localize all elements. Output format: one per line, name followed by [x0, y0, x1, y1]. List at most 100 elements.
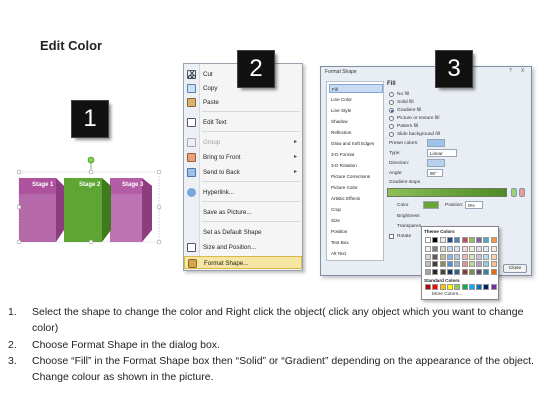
theme-color-swatch[interactable] — [461, 261, 468, 267]
close-icon[interactable]: X — [521, 68, 524, 74]
theme-color-swatch[interactable] — [432, 237, 439, 243]
theme-color-swatch[interactable] — [454, 268, 461, 275]
theme-color-swatch[interactable] — [446, 261, 453, 267]
theme-color-swatch[interactable] — [490, 253, 497, 260]
category-picture-color[interactable]: Picture Color — [329, 183, 383, 192]
category-line-style[interactable]: Line Style — [329, 106, 383, 115]
menu-item-send-to-back[interactable]: Send to Back ▸ — [184, 166, 302, 179]
menu-item-hyperlink[interactable]: Hyperlink... — [184, 186, 302, 199]
theme-color-swatch[interactable] — [490, 268, 497, 275]
theme-color-swatch[interactable] — [483, 261, 490, 267]
standard-color-swatch[interactable] — [490, 284, 497, 290]
gradient-fill-radio[interactable] — [389, 108, 394, 113]
theme-color-swatch[interactable] — [454, 246, 461, 252]
solid-fill-radio[interactable] — [389, 100, 394, 105]
gradient-stops-bar[interactable] — [387, 188, 507, 197]
no-fill-radio[interactable] — [389, 92, 394, 97]
standard-color-swatch[interactable] — [461, 284, 468, 290]
rotate-checkbox[interactable] — [389, 234, 394, 239]
theme-color-swatch[interactable] — [432, 261, 439, 267]
standard-color-swatch[interactable] — [468, 284, 475, 290]
category-artistic-effects[interactable]: Artistic Effects — [329, 194, 383, 203]
direction-dropdown[interactable] — [427, 159, 445, 167]
standard-color-swatch[interactable] — [446, 284, 453, 290]
category-glow-soft-edges[interactable]: Glow and Soft Edges — [329, 139, 383, 148]
theme-color-swatch[interactable] — [461, 253, 468, 260]
category-crop[interactable]: Crop — [329, 205, 383, 214]
theme-color-swatch[interactable] — [425, 246, 431, 252]
color-picker-button[interactable] — [423, 201, 439, 209]
menu-item-save-as-picture[interactable]: Save as Picture... — [184, 206, 302, 219]
menu-item-paste[interactable]: Paste — [184, 96, 302, 109]
theme-color-swatch[interactable] — [454, 237, 461, 243]
theme-color-swatch[interactable] — [483, 268, 490, 275]
standard-color-swatch[interactable] — [454, 284, 461, 290]
menu-item-bring-to-front[interactable]: Bring to Front ▸ — [184, 151, 302, 164]
theme-color-swatch[interactable] — [439, 261, 446, 267]
category-text-box[interactable]: Text Box — [329, 238, 383, 247]
category-shadow[interactable]: Shadow — [329, 117, 383, 126]
standard-color-swatch[interactable] — [476, 284, 483, 290]
theme-color-swatch[interactable] — [439, 237, 446, 243]
theme-color-swatch[interactable] — [425, 261, 431, 267]
theme-color-swatch[interactable] — [483, 237, 490, 243]
theme-color-swatch[interactable] — [468, 253, 475, 260]
theme-color-swatch[interactable] — [468, 268, 475, 275]
theme-color-swatch[interactable] — [425, 253, 431, 260]
category-3d-rotation[interactable]: 3-D Rotation — [329, 161, 383, 170]
theme-color-swatch[interactable] — [461, 237, 468, 243]
type-dropdown[interactable]: Linear — [427, 149, 457, 157]
category-3d-format[interactable]: 3-D Format — [329, 150, 383, 159]
theme-color-swatch[interactable] — [461, 268, 468, 275]
theme-color-swatch[interactable] — [483, 246, 490, 252]
theme-color-swatch[interactable] — [446, 237, 453, 243]
more-colors-link[interactable]: More Colors... — [432, 292, 462, 297]
theme-color-swatch[interactable] — [432, 246, 439, 252]
theme-color-swatch[interactable] — [425, 268, 431, 275]
theme-color-swatch[interactable] — [476, 268, 483, 275]
theme-color-swatch[interactable] — [468, 237, 475, 243]
category-size[interactable]: Size — [329, 216, 383, 225]
category-position[interactable]: Position — [329, 227, 383, 236]
theme-color-swatch[interactable] — [432, 253, 439, 260]
theme-color-swatch[interactable] — [483, 253, 490, 260]
add-stop-icon[interactable] — [511, 188, 517, 197]
theme-color-swatch[interactable] — [446, 253, 453, 260]
stage-shapes[interactable]: Stage 1 Stage 2 Stage 3 — [14, 150, 164, 250]
theme-color-swatch[interactable] — [476, 261, 483, 267]
theme-color-swatch[interactable] — [439, 268, 446, 275]
pattern-fill-radio[interactable] — [389, 124, 394, 129]
theme-color-swatch[interactable] — [468, 261, 475, 267]
theme-color-swatch[interactable] — [439, 253, 446, 260]
category-fill[interactable]: Fill — [329, 84, 383, 93]
menu-item-set-as-default-shape[interactable]: Set as Default Shape — [184, 226, 302, 239]
theme-color-swatch[interactable] — [461, 246, 468, 252]
category-line-color[interactable]: Line Color — [329, 95, 383, 104]
standard-color-swatch[interactable] — [432, 284, 439, 290]
menu-item-edit-text[interactable]: Edit Text — [184, 116, 302, 129]
picture-fill-radio[interactable] — [389, 116, 394, 121]
theme-color-swatch[interactable] — [425, 237, 431, 243]
close-button[interactable]: Close — [503, 264, 527, 273]
menu-item-size-and-position[interactable]: Size and Position... — [184, 241, 302, 254]
standard-color-swatch[interactable] — [439, 284, 446, 290]
category-reflection[interactable]: Reflection — [329, 128, 383, 137]
theme-color-swatch[interactable] — [446, 246, 453, 252]
category-picture-corrections[interactable]: Picture Corrections — [329, 172, 383, 181]
theme-color-swatch[interactable] — [476, 246, 483, 252]
theme-color-swatch[interactable] — [490, 246, 497, 252]
slide-background-fill-radio[interactable] — [389, 132, 394, 137]
menu-item-format-shape[interactable]: Format Shape... — [184, 256, 302, 269]
preset-colors-dropdown[interactable] — [427, 139, 445, 147]
theme-color-swatch[interactable] — [439, 246, 446, 252]
theme-color-swatch[interactable] — [490, 237, 497, 243]
theme-color-swatch[interactable] — [476, 237, 483, 243]
position-input[interactable]: 0% — [465, 201, 483, 209]
help-icon[interactable]: ? — [509, 68, 512, 74]
theme-color-swatch[interactable] — [468, 246, 475, 252]
category-alt-text[interactable]: Alt Text — [329, 249, 383, 258]
theme-color-swatch[interactable] — [476, 253, 483, 260]
theme-color-swatch[interactable] — [432, 268, 439, 275]
standard-color-swatch[interactable] — [425, 284, 431, 290]
remove-stop-icon[interactable] — [519, 188, 525, 197]
